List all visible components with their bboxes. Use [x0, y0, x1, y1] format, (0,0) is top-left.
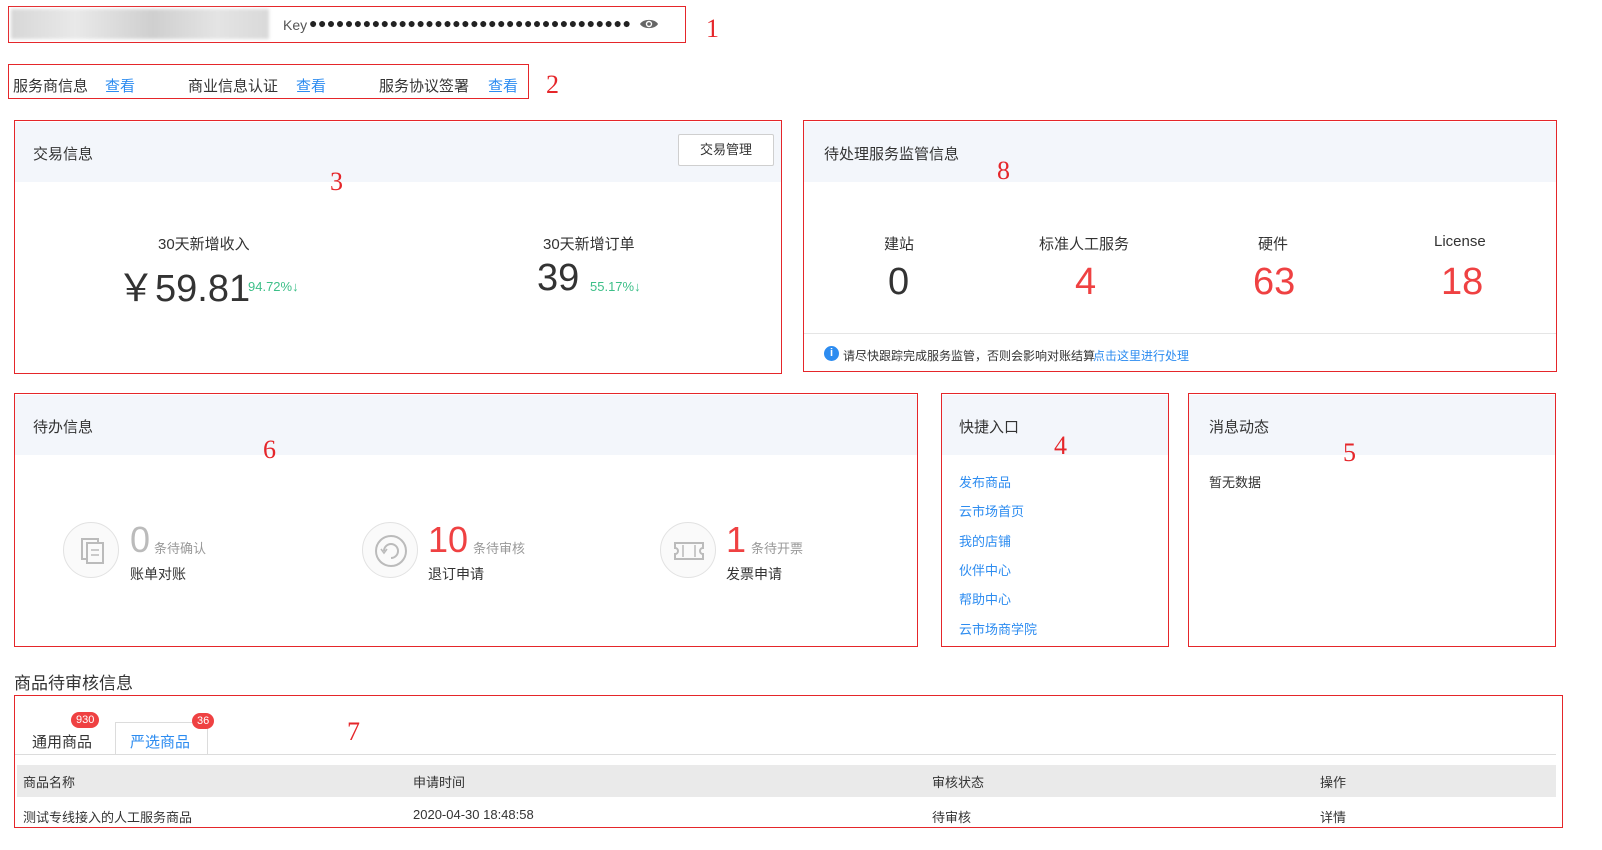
- shortcut-my-shop[interactable]: 我的店铺: [959, 531, 1011, 550]
- key-masked-value: ●●●●●●●●●●●●●●●●●●●●●●●●●●●●●●●●●●●●: [309, 15, 632, 31]
- messages-title: 消息动态: [1209, 419, 1270, 436]
- supervision-card: 待处理服务监管信息 建站 0 标准人工服务 4 硬件 63 License 18…: [803, 120, 1557, 372]
- agreement-link[interactable]: 查看: [488, 75, 518, 96]
- supervision-label-hardware: 硬件: [1258, 236, 1289, 253]
- annotation-7: 7: [347, 717, 360, 746]
- supervision-value-hardware[interactable]: 63: [1253, 261, 1295, 304]
- annotation-3: 3: [330, 167, 343, 196]
- supervision-notice-link[interactable]: 点击这里进行处理: [1093, 347, 1189, 364]
- row-time: 2020-04-30 18:48:58: [413, 807, 534, 822]
- tab-general-goods[interactable]: 通用商品: [32, 731, 92, 752]
- supervision-label-site: 建站: [884, 236, 915, 253]
- row-detail-link[interactable]: 详情: [1320, 807, 1346, 826]
- supervision-value-manual[interactable]: 4: [1075, 261, 1096, 304]
- key-bar: Key ●●●●●●●●●●●●●●●●●●●●●●●●●●●●●●●●●●●●: [8, 6, 686, 43]
- business-cert-label: 商业信息认证: [188, 78, 279, 95]
- eye-icon[interactable]: [639, 17, 659, 34]
- supervision-label-license: License: [1434, 233, 1486, 250]
- annotation-2: 2: [546, 70, 559, 99]
- key-label: Key: [283, 17, 308, 33]
- tab-selected-badge: 36: [192, 713, 215, 729]
- todo-card: 待办信息 0 条待确认 账单对账 10 条待审核 退订申请 1 条待开票 发票申…: [14, 393, 918, 647]
- todo-title: 待办信息: [33, 419, 94, 436]
- supervision-value-license[interactable]: 18: [1441, 261, 1483, 304]
- transaction-manage-button[interactable]: 交易管理: [678, 134, 774, 166]
- orders-change: 55.17%↓: [590, 279, 641, 294]
- tab-selected-goods[interactable]: 严选商品: [130, 731, 190, 752]
- tab-general-badge: 930: [71, 712, 100, 728]
- review-section-title: 商品待审核信息: [14, 674, 133, 693]
- shortcuts-title: 快捷入口: [959, 419, 1020, 436]
- todo-label-invoice: 发票申请: [726, 566, 782, 582]
- refresh-icon: [362, 522, 418, 578]
- col-time: 申请时间: [413, 775, 466, 790]
- business-cert-link[interactable]: 查看: [296, 75, 326, 96]
- shortcut-publish[interactable]: 发布商品: [959, 472, 1011, 491]
- col-name: 商品名称: [23, 775, 76, 790]
- income-value: ￥59.81: [117, 268, 251, 310]
- todo-label-bill: 账单对账: [130, 566, 186, 582]
- todo-count-invoice[interactable]: 1: [726, 522, 746, 558]
- orders-label: 30天新增订单: [543, 236, 635, 253]
- income-change: 94.72%↓: [248, 279, 299, 294]
- provider-info-label: 服务商信息: [13, 78, 89, 95]
- supervision-value-site: 0: [888, 261, 910, 303]
- supervision-title: 待处理服务监管信息: [824, 146, 960, 163]
- row-status: 待审核: [932, 810, 972, 825]
- supervision-label-manual: 标准人工服务: [1039, 236, 1130, 253]
- messages-empty: 暂无数据: [1209, 475, 1262, 490]
- transaction-title: 交易信息: [33, 146, 94, 163]
- shortcut-academy[interactable]: 云市场商学院: [959, 619, 1037, 638]
- orders-value: 39: [537, 257, 580, 299]
- ticket-icon: [660, 522, 716, 578]
- supervision-notice: 请尽快跟踪完成服务监管，否则会影响对账结算: [843, 349, 1096, 363]
- todo-suffix-bill: 条待确认: [154, 541, 207, 556]
- todo-suffix-unsub: 条待审核: [473, 541, 526, 556]
- messages-card: 消息动态 暂无数据: [1188, 393, 1556, 647]
- annotation-6: 6: [263, 435, 276, 464]
- provider-info-link[interactable]: 查看: [105, 75, 135, 96]
- annotation-1: 1: [706, 14, 719, 43]
- row-name: 测试专线接入的人工服务商品: [23, 810, 193, 825]
- agreement-label: 服务协议签署: [379, 78, 470, 95]
- annotation-4: 4: [1054, 431, 1067, 460]
- col-status: 审核状态: [932, 775, 985, 790]
- annotation-5: 5: [1343, 438, 1356, 467]
- info-icon: i: [824, 346, 839, 361]
- todo-suffix-invoice: 条待开票: [751, 541, 804, 556]
- annotation-8: 8: [997, 156, 1010, 185]
- shortcut-partner[interactable]: 伙伴中心: [959, 560, 1011, 579]
- transaction-manage-label: 交易管理: [699, 142, 752, 157]
- todo-count-unsub[interactable]: 10: [428, 522, 468, 558]
- blurred-name: [11, 9, 269, 39]
- todo-label-unsub: 退订申请: [428, 566, 484, 582]
- transaction-card: 交易信息 交易管理 30天新增收入 ￥59.81 94.72%↓ 30天新增订单…: [14, 120, 782, 374]
- col-action: 操作: [1320, 775, 1347, 790]
- income-label: 30天新增收入: [158, 236, 250, 253]
- todo-count-bill[interactable]: 0: [130, 522, 150, 558]
- shortcut-market-home[interactable]: 云市场首页: [959, 501, 1024, 520]
- shortcut-help[interactable]: 帮助中心: [959, 589, 1011, 608]
- bill-icon: [63, 522, 119, 578]
